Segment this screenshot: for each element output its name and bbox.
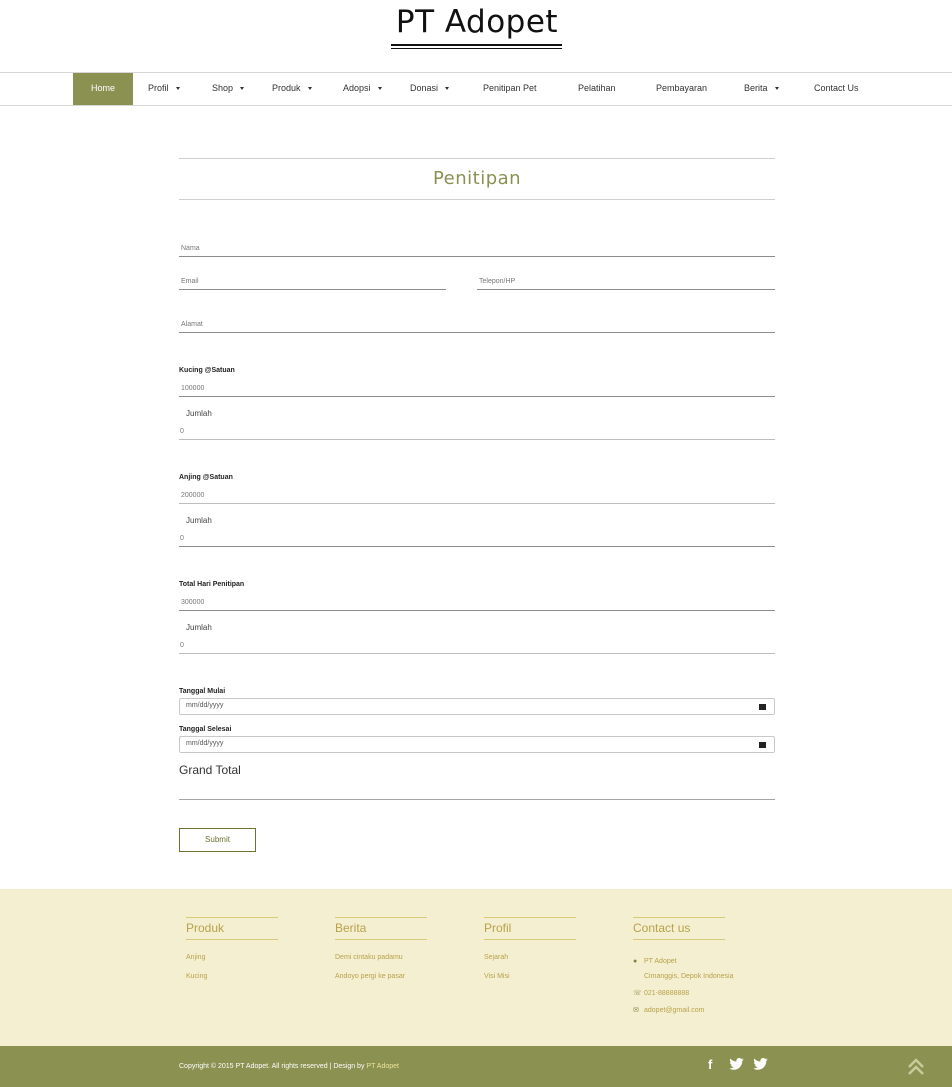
kucing-jumlah-input[interactable]: 0: [179, 422, 775, 440]
logo-underline-thin: [391, 48, 562, 49]
nav-item-adopsi[interactable]: Adopsi: [343, 73, 382, 105]
footer-col-berita: Berita Demi cintaku padamu Andoyo pergi …: [335, 917, 427, 980]
footer-heading-produk: Produk: [186, 917, 278, 940]
nama-input[interactable]: Nama: [179, 239, 775, 257]
main-nav: Home Profil Shop Produk Adopsi Donasi Pe…: [0, 72, 952, 106]
hari-jumlah-label: Jumlah: [186, 623, 212, 632]
footer-heading-profil: Profil: [484, 917, 576, 940]
twitter-icon[interactable]: [729, 1058, 744, 1070]
nav-item-penitipan-pet[interactable]: Penitipan Pet: [483, 73, 537, 105]
title-rule-top: [179, 158, 775, 159]
footer-col-profil: Profil Sejarah Visi Misi: [484, 917, 576, 980]
tanggal-selesai-input[interactable]: mm/dd/yyyy: [179, 736, 775, 753]
footer-bottom-bar: Copyright © 2015 PT Adopet. All rights r…: [0, 1046, 952, 1087]
nav-item-contact-us[interactable]: Contact Us: [814, 73, 859, 105]
hari-price-field: 300000: [179, 593, 775, 611]
nav-item-pembayaran[interactable]: Pembayaran: [656, 73, 707, 105]
copyright-text: Copyright © 2015 PT Adopet. All rights r…: [179, 1063, 399, 1070]
footer-col-contact: Contact us ● PT Adopet Cimanggis, Depok I…: [633, 917, 773, 1027]
hari-jumlah-input[interactable]: 0: [179, 636, 775, 654]
grand-total-label: Grand Total: [179, 763, 241, 777]
footer-link-berita-1[interactable]: Demi cintaku padamu: [335, 954, 427, 961]
kucing-price-field: 100000: [179, 379, 775, 397]
designer-link[interactable]: PT Adopet: [366, 1063, 399, 1070]
kucing-jumlah-label: Jumlah: [186, 409, 212, 418]
kucing-label: Kucing @Satuan: [179, 367, 235, 374]
scroll-to-top-icon[interactable]: [906, 1056, 926, 1078]
contact-phone: ☏ 021-88888888: [633, 990, 690, 997]
mail-icon: ✉: [633, 1007, 639, 1014]
footer-link-visi-misi[interactable]: Visi Misi: [484, 973, 576, 980]
chevron-down-icon: [445, 87, 450, 91]
page-title: Penitipan: [432, 168, 522, 189]
phone-icon: ☏: [633, 990, 642, 997]
footer-link-kucing[interactable]: Kucing: [186, 973, 278, 980]
site-logo[interactable]: PT Adopet: [391, 4, 563, 40]
anjing-jumlah-input[interactable]: 0: [179, 529, 775, 547]
chevron-down-icon: [240, 87, 245, 91]
footer-heading-contact: Contact us: [633, 917, 725, 940]
facebook-icon[interactable]: f: [708, 1057, 712, 1072]
nav-item-produk[interactable]: Produk: [272, 73, 312, 105]
tanggal-selesai-label: Tanggal Selesai: [179, 726, 232, 733]
chevron-down-icon: [307, 87, 312, 91]
map-pin-icon: ●: [633, 958, 638, 965]
footer-link-sejarah[interactable]: Sejarah: [484, 954, 576, 961]
contact-email[interactable]: ✉ adopet@gmail.com: [633, 1006, 704, 1014]
anjing-label: Anjing @Satuan: [179, 474, 233, 481]
footer-link-anjing[interactable]: Anjing: [186, 954, 278, 961]
contact-address: Cimanggis, Depok Indonesia: [644, 973, 734, 980]
anjing-price-field: 200000: [179, 486, 775, 504]
nav-item-profil[interactable]: Profil: [148, 73, 180, 105]
tanggal-mulai-label: Tanggal Mulai: [179, 688, 226, 695]
nav-item-donasi[interactable]: Donasi: [410, 73, 450, 105]
hari-label: Total Hari Penitipan: [179, 581, 245, 588]
calendar-icon[interactable]: [759, 742, 766, 748]
alamat-input[interactable]: Alamat: [179, 315, 775, 333]
footer-col-produk: Produk Anjing Kucing: [186, 917, 278, 980]
nav-item-shop[interactable]: Shop: [212, 73, 245, 105]
tanggal-mulai-input[interactable]: mm/dd/yyyy: [179, 698, 775, 715]
anjing-jumlah-label: Jumlah: [186, 516, 212, 525]
footer-heading-berita: Berita: [335, 917, 427, 940]
logo-underline: [391, 44, 562, 46]
nav-item-berita[interactable]: Berita: [744, 73, 779, 105]
twitter-icon[interactable]: [753, 1058, 768, 1070]
nav-item-home[interactable]: Home: [73, 73, 133, 105]
chevron-down-icon: [377, 87, 382, 91]
footer: Produk Anjing Kucing Berita Demi cintaku…: [0, 889, 952, 1046]
footer-link-berita-2[interactable]: Andoyo pergi ke pasar: [335, 973, 427, 980]
nav-item-pelatihan[interactable]: Pelatihan: [578, 73, 616, 105]
chevron-down-icon: [175, 87, 180, 91]
grand-total-field: [179, 799, 775, 800]
email-input[interactable]: Email: [179, 272, 446, 290]
site-header: PT Adopet: [0, 0, 952, 72]
telepon-input[interactable]: Telepon/HP: [477, 272, 775, 290]
chevron-down-icon: [774, 87, 779, 91]
contact-company: ● PT Adopet: [633, 958, 677, 965]
title-rule-bottom: [179, 199, 775, 200]
submit-button[interactable]: Submit: [179, 828, 256, 852]
calendar-icon[interactable]: [759, 704, 766, 710]
